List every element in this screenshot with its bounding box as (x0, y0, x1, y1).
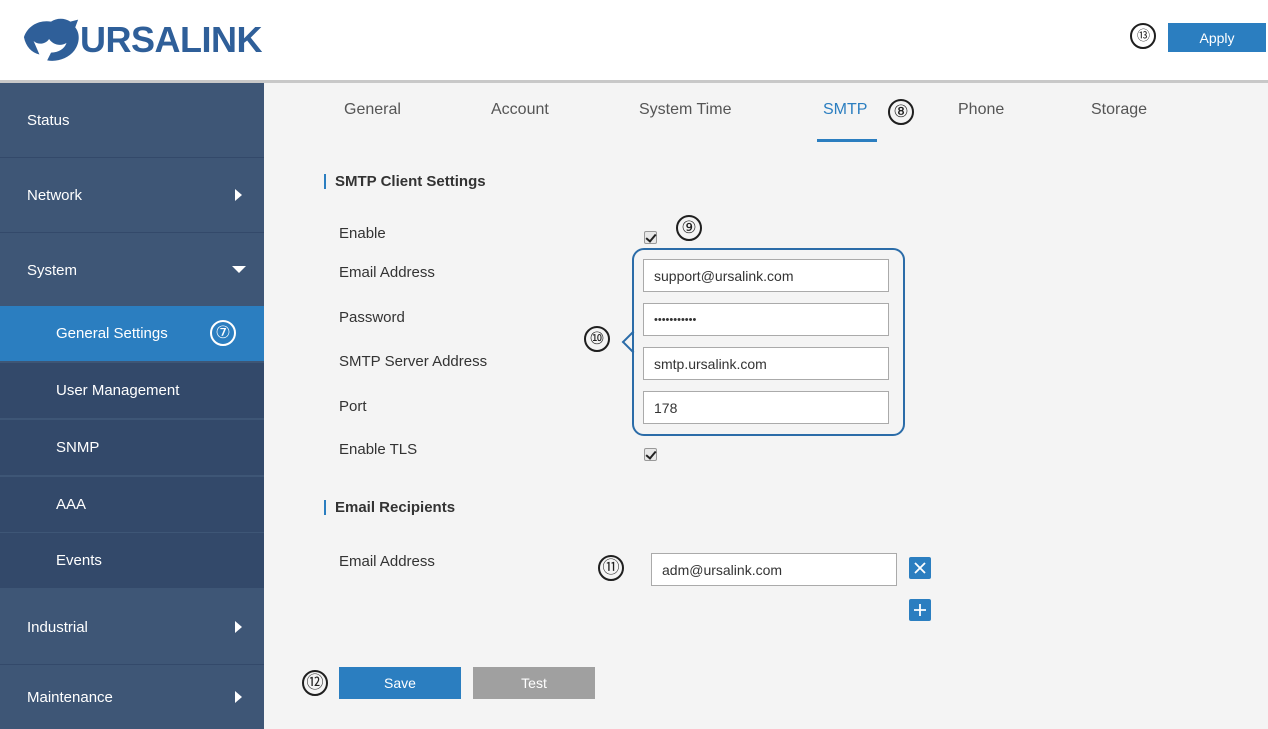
chevron-right-icon (235, 189, 242, 201)
sidebar-item-snmp[interactable]: SNMP (0, 420, 264, 476)
enable-label: Enable (339, 225, 386, 242)
annotation-marker-8: ⑧ (888, 99, 914, 125)
sidebar-item-aaa[interactable]: AAA (0, 477, 264, 533)
sidebar-item-label: Industrial (27, 618, 88, 636)
ursalink-logo: URSALINK (22, 12, 263, 68)
tab-storage[interactable]: Storage (1091, 101, 1147, 141)
sidebar-item-label: SNMP (56, 439, 100, 456)
header: URSALINK ⑬ Apply (0, 0, 1268, 80)
tab-bar: General Account System Time SMTP ⑧ Phone… (264, 83, 1268, 143)
section-title-email-recipients: Email Recipients (324, 500, 455, 515)
add-recipient-button[interactable] (909, 599, 931, 621)
sidebar-item-user-management[interactable]: User Management (0, 363, 264, 419)
enable-checkbox[interactable] (644, 231, 657, 244)
sidebar-item-label: Maintenance (27, 688, 113, 706)
password-input[interactable]: ••••••••••• (643, 303, 889, 336)
close-icon (914, 562, 926, 574)
enable-tls-checkbox[interactable] (644, 448, 657, 461)
email-address-input[interactable]: support@ursalink.com (643, 259, 889, 292)
port-label: Port (339, 398, 367, 415)
chevron-right-icon (235, 691, 242, 703)
test-button[interactable]: Test (473, 667, 595, 699)
smtp-server-label: SMTP Server Address (339, 353, 488, 370)
section-title-smtp-client: SMTP Client Settings (324, 174, 486, 189)
apply-button[interactable]: Apply (1168, 23, 1266, 52)
chevron-right-icon (235, 621, 242, 633)
enable-tls-label: Enable TLS (339, 441, 418, 458)
logo-text: URSALINK (80, 19, 263, 60)
tab-system-time[interactable]: System Time (639, 101, 731, 141)
plus-icon (914, 604, 926, 616)
sidebar-item-maintenance[interactable]: Maintenance (0, 665, 264, 729)
sidebar-item-system[interactable]: System (0, 233, 264, 308)
sidebar-item-general-settings[interactable]: General Settings ⑦ (0, 306, 264, 362)
email-address-label: Email Address (339, 264, 435, 281)
annotation-marker-13: ⑬ (1130, 23, 1156, 49)
sidebar-item-label: System (27, 261, 78, 279)
annotation-marker-7: ⑦ (210, 320, 236, 346)
page: URSALINK ⑬ Apply Status Network System G… (0, 0, 1268, 729)
recipient-email-input[interactable]: adm@ursalink.com (651, 553, 897, 586)
sidebar-item-label: AAA (56, 496, 87, 513)
tab-account[interactable]: Account (491, 101, 549, 141)
sidebar-item-label: Network (27, 186, 83, 204)
password-label: Password (339, 309, 405, 326)
tab-smtp[interactable]: SMTP (823, 101, 867, 141)
sidebar: Status Network System General Settings ⑦… (0, 83, 264, 729)
sidebar-item-status[interactable]: Status (0, 83, 264, 158)
bear-logo-icon (23, 18, 79, 61)
annotation-marker-11: ⑪ (598, 555, 624, 581)
sidebar-item-label: User Management (56, 382, 180, 399)
tab-general[interactable]: General (344, 101, 401, 141)
sidebar-item-events[interactable]: Events (0, 533, 264, 589)
annotation-marker-10: ⑩ (584, 326, 610, 352)
sidebar-item-label: Status (27, 111, 70, 129)
content-panel (264, 143, 1268, 729)
save-button[interactable]: Save (339, 667, 461, 699)
annotation-marker-12: ⑫ (302, 670, 328, 696)
sidebar-item-label: General Settings (56, 325, 168, 342)
remove-recipient-button[interactable] (909, 557, 931, 579)
smtp-server-input[interactable]: smtp.ursalink.com (643, 347, 889, 380)
sidebar-item-network[interactable]: Network (0, 158, 264, 233)
annotation-marker-9: ⑨ (676, 215, 702, 241)
tab-phone[interactable]: Phone (958, 101, 1004, 141)
active-tab-underline (817, 139, 877, 142)
sidebar-item-label: Events (56, 552, 102, 569)
chevron-down-icon (232, 266, 246, 273)
recipient-email-label: Email Address (339, 553, 435, 570)
sidebar-item-industrial[interactable]: Industrial (0, 590, 264, 665)
port-input[interactable]: 178 (643, 391, 889, 424)
